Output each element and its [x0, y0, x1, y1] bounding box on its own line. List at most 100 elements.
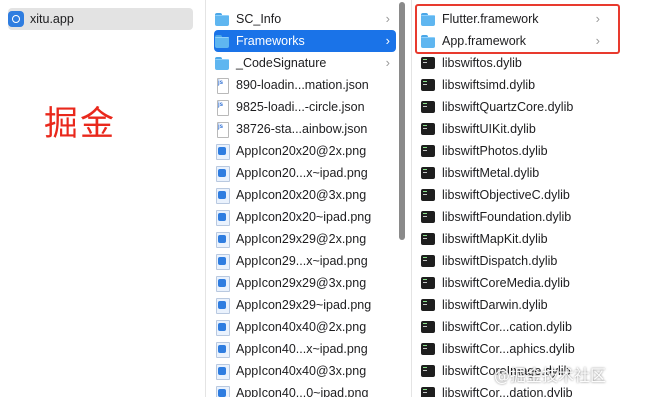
- column-item-appicon20-x-ipad-png[interactable]: AppIcon20...x~ipad.png: [214, 162, 396, 184]
- column-item-38726-sta-ainbow-json[interactable]: 38726-sta...ainbow.json: [214, 118, 396, 140]
- column-item-label: AppIcon40x40@3x.png: [236, 364, 367, 378]
- image-file-icon: [214, 187, 230, 204]
- column-item-appicon20x20-3x-png[interactable]: AppIcon20x20@3x.png: [214, 184, 396, 206]
- column-item-libswiftobjectivec-dylib[interactable]: libswiftObjectiveC.dylib: [420, 184, 606, 206]
- column-item-label: AppIcon29x29@3x.png: [236, 276, 367, 290]
- column-item-label: _CodeSignature: [236, 56, 327, 70]
- chevron-right-icon: ›: [385, 11, 390, 26]
- column-item-label: libswiftCor...cation.dylib: [442, 320, 572, 334]
- library-file-icon: [420, 143, 436, 159]
- library-file-icon: [420, 385, 436, 397]
- library-file-icon: [420, 77, 436, 93]
- column-item-appicon40-0-ipad-png[interactable]: AppIcon40...0~ipad.png: [214, 382, 396, 397]
- column-item-label: libswiftsimd.dylib: [442, 78, 536, 92]
- column-contents-scrollbar[interactable]: [398, 0, 406, 397]
- column-item-label: AppIcon29...x~ipad.png: [236, 254, 368, 268]
- column-item-label: AppIcon29x29@2x.png: [236, 232, 367, 246]
- column-item-label: 890-loadin...mation.json: [236, 78, 369, 92]
- column-item-label: AppIcon29x29~ipad.png: [236, 298, 372, 312]
- column-item-label: SC_Info: [236, 12, 282, 26]
- library-file-icon: [420, 253, 436, 269]
- column-item-appicon29-x-ipad-png[interactable]: AppIcon29...x~ipad.png: [214, 250, 396, 272]
- column-contents: SC_Info › Frameworks › _CodeSignature › 890-lo…: [205, 0, 410, 397]
- image-file-icon: [214, 209, 230, 226]
- image-file-icon: [214, 385, 230, 397]
- column-item-label: libswiftMetal.dylib: [442, 166, 540, 180]
- column-item-libswiftsimd-dylib[interactable]: libswiftsimd.dylib: [420, 74, 606, 96]
- image-file-icon: [214, 319, 230, 336]
- column-item-label: AppIcon40x40@2x.png: [236, 320, 367, 334]
- column-item-appicon29x29-3x-png[interactable]: AppIcon29x29@3x.png: [214, 272, 396, 294]
- column-item-label: 38726-sta...ainbow.json: [236, 122, 368, 136]
- column-item-libswiftdarwin-dylib[interactable]: libswiftDarwin.dylib: [420, 294, 606, 316]
- column-item-9825-loadi-circle-json[interactable]: 9825-loadi...-circle.json: [214, 96, 396, 118]
- library-file-icon: [420, 209, 436, 225]
- column-item-libswiftuikit-dylib[interactable]: libswiftUIKit.dylib: [420, 118, 606, 140]
- column-item-label: libswiftPhotos.dylib: [442, 144, 548, 158]
- image-file-icon: [214, 165, 230, 182]
- column-item-libswiftfoundation-dylib[interactable]: libswiftFoundation.dylib: [420, 206, 606, 228]
- column-item-label: libswiftUIKit.dylib: [442, 122, 536, 136]
- chevron-right-icon: ›: [385, 55, 390, 70]
- json-file-icon: [214, 121, 230, 138]
- column-item-label: libswiftos.dylib: [442, 56, 522, 70]
- column-item-label: Frameworks: [236, 34, 305, 48]
- column-item-appicon20x20-ipad-png[interactable]: AppIcon20x20~ipad.png: [214, 206, 396, 228]
- column-item-sc-info[interactable]: SC_Info ›: [214, 8, 396, 30]
- column-item-frameworks[interactable]: Frameworks ›: [214, 30, 396, 52]
- column-item-codesignature[interactable]: _CodeSignature ›: [214, 52, 396, 74]
- library-file-icon: [420, 55, 436, 71]
- column-item-label: AppIcon20x20@3x.png: [236, 188, 367, 202]
- column-item-label: 9825-loadi...-circle.json: [236, 100, 365, 114]
- library-file-icon: [420, 99, 436, 115]
- folder-icon: [214, 55, 230, 71]
- column-item-890-loadin-mation-json[interactable]: 890-loadin...mation.json: [214, 74, 396, 96]
- column-item-appicon20x20-2x-png[interactable]: AppIcon20x20@2x.png: [214, 140, 396, 162]
- json-file-icon: [214, 77, 230, 94]
- column-item-libswiftmetal-dylib[interactable]: libswiftMetal.dylib: [420, 162, 606, 184]
- library-file-icon: [420, 341, 436, 357]
- column-item-libswiftmapkit-dylib[interactable]: libswiftMapKit.dylib: [420, 228, 606, 250]
- column-item-label: libswiftCor...dation.dylib: [442, 386, 573, 397]
- image-file-icon: [214, 341, 230, 358]
- column-item-libswiftos-dylib[interactable]: libswiftos.dylib: [420, 52, 606, 74]
- image-file-icon: [214, 363, 230, 380]
- column-item-label: xitu.app: [30, 12, 74, 26]
- column-item-xitu-app[interactable]: xitu.app: [8, 8, 193, 30]
- column-item-label: AppIcon20x20@2x.png: [236, 144, 367, 158]
- column-item-appicon29x29-ipad-png[interactable]: AppIcon29x29~ipad.png: [214, 294, 396, 316]
- column-item-label: AppIcon40...0~ipad.png: [236, 386, 369, 397]
- folder-icon: [214, 33, 230, 49]
- column-item-label: AppIcon40...x~ipad.png: [236, 342, 368, 356]
- column-item-libswiftphotos-dylib[interactable]: libswiftPhotos.dylib: [420, 140, 606, 162]
- column-item-libswiftquartzcore-dylib[interactable]: libswiftQuartzCore.dylib: [420, 96, 606, 118]
- column-item-libswiftcoremedia-dylib[interactable]: libswiftCoreMedia.dylib: [420, 272, 606, 294]
- column-item-label: libswiftDarwin.dylib: [442, 298, 548, 312]
- json-file-icon: [214, 99, 230, 116]
- column-app: xitu.app: [0, 0, 204, 397]
- image-file-icon: [214, 253, 230, 270]
- annotation-highlight-box: [415, 4, 620, 54]
- library-file-icon: [420, 275, 436, 291]
- column-item-label: libswiftCoreMedia.dylib: [442, 276, 570, 290]
- column-frameworks: Flutter.framework › App.framework › libswift…: [411, 0, 651, 397]
- image-file-icon: [214, 231, 230, 248]
- column-item-libswiftdispatch-dylib[interactable]: libswiftDispatch.dylib: [420, 250, 606, 272]
- column-item-label: libswiftDispatch.dylib: [442, 254, 558, 268]
- library-file-icon: [420, 319, 436, 335]
- folder-icon: [214, 11, 230, 27]
- chevron-right-icon: ›: [385, 33, 390, 48]
- column-item-libswiftcor-aphics-dylib[interactable]: libswiftCor...aphics.dylib: [420, 338, 606, 360]
- column-item-libswiftcor-cation-dylib[interactable]: libswiftCor...cation.dylib: [420, 316, 606, 338]
- library-file-icon: [420, 121, 436, 137]
- scrollbar-thumb[interactable]: [399, 2, 405, 240]
- column-item-appicon29x29-2x-png[interactable]: AppIcon29x29@2x.png: [214, 228, 396, 250]
- column-item-label: libswiftQuartzCore.dylib: [442, 100, 574, 114]
- image-file-icon: [214, 297, 230, 314]
- watermark: @掘金技术社区: [494, 366, 607, 385]
- column-item-appicon40x40-3x-png[interactable]: AppIcon40x40@3x.png: [214, 360, 396, 382]
- column-item-label: libswiftCor...aphics.dylib: [442, 342, 575, 356]
- column-item-appicon40x40-2x-png[interactable]: AppIcon40x40@2x.png: [214, 316, 396, 338]
- column-item-appicon40-x-ipad-png[interactable]: AppIcon40...x~ipad.png: [214, 338, 396, 360]
- overlay-label: 掘金: [44, 104, 116, 144]
